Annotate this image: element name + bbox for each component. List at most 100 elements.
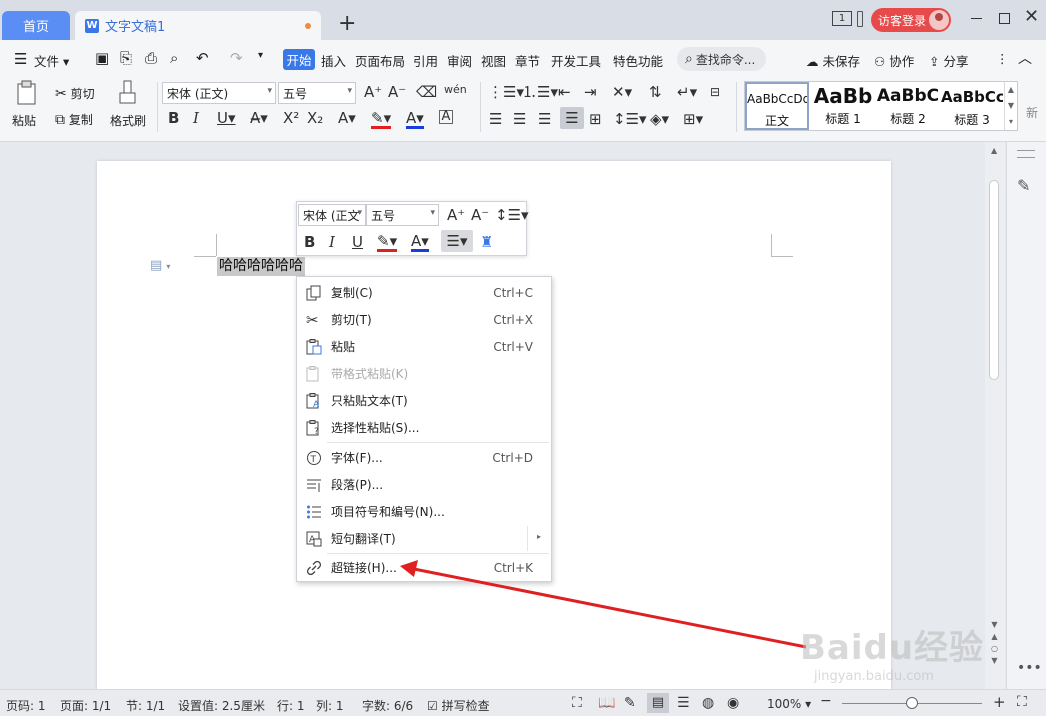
more-tools-icon[interactable]: ••• [1017,660,1042,676]
sidebar-grip-icon[interactable] [1017,150,1035,158]
line-spacing-icon[interactable]: ↕☰▾ [613,111,647,127]
paragraph-handle-icon[interactable]: ▤ ▾ [150,258,170,273]
menu-paragraph[interactable]: 段落(P)... [297,471,551,498]
save-icon[interactable]: ▣ [95,49,109,67]
strikethrough-icon[interactable]: A̶▾ [250,110,268,126]
style-heading-1[interactable]: AaBb 标题 1 [811,82,875,130]
status-setting[interactable]: 设置值: 2.5厘米 [178,697,265,714]
more-options-icon[interactable]: ⋮ [996,51,1009,66]
cut-button[interactable]: ✂ 剪切 [55,85,95,102]
status-column[interactable]: 列: 1 [316,697,344,714]
tab-document[interactable]: W 文字文稿1 [75,11,321,40]
tab-developer[interactable]: 开发工具 [551,51,601,70]
quick-access-dropdown-icon[interactable]: ▾ [258,50,263,61]
mini-font-color-icon[interactable]: A▾ [411,233,429,252]
style-normal[interactable]: AaBbCcDd 正文 [745,82,809,130]
mini-bold-icon[interactable]: B [304,234,315,250]
menu-paste-text-only[interactable]: A 只粘贴文本(T) [297,387,551,414]
unsaved-status[interactable]: ☁ 未保存 [806,51,860,70]
mini-shrink-font-icon[interactable]: A⁻ [471,207,489,223]
reading-mode-icon[interactable]: 📖 [598,695,615,711]
share-button[interactable]: ⇪ 分享 [929,51,968,70]
mini-align-icon[interactable]: ☰▾ [441,230,473,252]
increase-indent-icon[interactable]: ⇥ [584,84,597,100]
italic-icon[interactable]: I [193,110,199,126]
hamburger-icon[interactable]: ☰ [14,50,27,68]
grow-font-icon[interactable]: A⁺ [364,84,382,100]
justify-icon[interactable]: ☰ [560,107,584,129]
web-view-icon[interactable]: ◍ [702,695,714,711]
vertical-scrollbar[interactable]: ▲ ▼ ▲ ○ ▼ [985,142,1005,689]
tab-special-features[interactable]: 特色功能 [613,51,663,70]
menu-copy[interactable]: 复制(C) Ctrl+C [297,279,551,306]
mini-underline-icon[interactable]: U [352,234,363,250]
chinese-layout-icon[interactable]: ✕▾ [612,84,632,100]
guest-login-button[interactable]: 访客登录 [871,8,951,32]
distribute-icon[interactable]: ⊞ [589,111,602,127]
borders-icon[interactable]: ⊞▾ [683,111,703,127]
clear-format-icon[interactable]: ⌫ [416,84,437,100]
export-icon[interactable]: ⎘ [120,49,132,67]
undo-icon[interactable]: ↶ [196,49,209,67]
tab-insert[interactable]: 插入 [321,51,346,70]
eye-protection-icon[interactable]: ◉ [727,695,739,711]
text-effect-icon[interactable]: A▾ [338,110,356,126]
align-left-icon[interactable]: ☰ [489,111,502,127]
new-style-label[interactable]: 新 [1026,104,1038,121]
format-painter-button[interactable]: 格式刷 [108,80,148,132]
show-marks-icon[interactable]: ↵▾ [677,84,697,100]
tab-view[interactable]: 视图 [481,51,506,70]
zoom-out-icon[interactable]: − [820,693,832,709]
minimize-icon[interactable] [971,18,982,19]
mini-italic-icon[interactable]: I [329,234,335,250]
pen-icon[interactable]: ✎ [1017,176,1030,195]
mini-grow-font-icon[interactable]: A⁺ [447,207,465,223]
print-preview-icon[interactable]: ⌕ [170,49,178,67]
mini-format-painter-icon[interactable]: ♜ [480,234,493,250]
menu-translate[interactable]: A 短句翻译(T) ▸ [297,525,551,552]
fit-page-icon[interactable]: ⛶ [1017,694,1027,710]
font-color-icon[interactable]: A▾ [406,110,424,129]
mini-highlight-icon[interactable]: ✎▾ [377,233,398,252]
maximize-icon[interactable] [999,13,1010,24]
new-tab-button[interactable]: + [338,13,356,35]
decrease-indent-icon[interactable]: ⇤ [558,84,571,100]
command-search[interactable]: ⌕ 查找命令... [677,47,766,71]
selected-text[interactable]: 哈哈哈哈哈哈 [217,257,305,276]
redo-icon[interactable]: ↷ [230,49,243,67]
style-heading-2[interactable]: AaBbC 标题 2 [876,82,940,130]
align-center-icon[interactable]: ☰ [513,111,526,127]
character-border-icon[interactable]: A [439,110,453,124]
mini-font-select[interactable]: 宋体 (正文 [298,204,366,226]
mini-size-select[interactable]: 五号 [366,204,439,226]
close-icon[interactable]: ✕ [1024,7,1039,27]
tab-page-layout[interactable]: 页面布局 [355,51,405,70]
status-section[interactable]: 节: 1/1 [126,697,165,714]
font-size-select[interactable]: 五号 [278,82,356,104]
highlight-icon[interactable]: ✎▾ [371,110,392,129]
menu-cut[interactable]: ✂ 剪切(T) Ctrl+X [297,306,551,333]
style-gallery-scroll[interactable]: ▲ ▼ ▾ [1004,82,1017,130]
tab-chapter[interactable]: 章节 [515,51,540,70]
phonetic-guide-icon[interactable]: wén [444,82,467,98]
zoom-select[interactable]: 100% ▾ [767,697,811,711]
bullet-list-icon[interactable]: ⋮☰▾ [488,84,524,100]
paste-button[interactable]: 粘贴 [10,80,46,132]
scroll-top-icon[interactable]: ▲ [991,146,997,155]
skin-icon[interactable] [857,11,863,27]
outline-view-icon[interactable]: ☰ [677,695,690,711]
mini-line-spacing-icon[interactable]: ↕☰▾ [495,207,529,223]
status-page-number[interactable]: 页码: 1 [6,697,46,714]
subscript-icon[interactable]: X₂ [307,110,323,126]
status-word-count[interactable]: 字数: 6/6 [362,697,413,714]
tab-ruler-icon[interactable]: ⊟ [710,84,720,100]
shrink-font-icon[interactable]: A⁻ [388,84,406,100]
font-family-select[interactable]: 宋体 (正文) [162,82,276,104]
status-row[interactable]: 行: 1 [277,697,305,714]
print-icon[interactable]: ⎙ [145,49,157,67]
menu-font[interactable]: T 字体(F)... Ctrl+D [297,444,551,471]
menu-bullets-numbering[interactable]: 项目符号和编号(N)... [297,498,551,525]
menu-paste[interactable]: 粘贴 Ctrl+V [297,333,551,360]
page-view-icon[interactable]: ▤ [647,693,669,713]
superscript-icon[interactable]: X² [283,110,299,126]
